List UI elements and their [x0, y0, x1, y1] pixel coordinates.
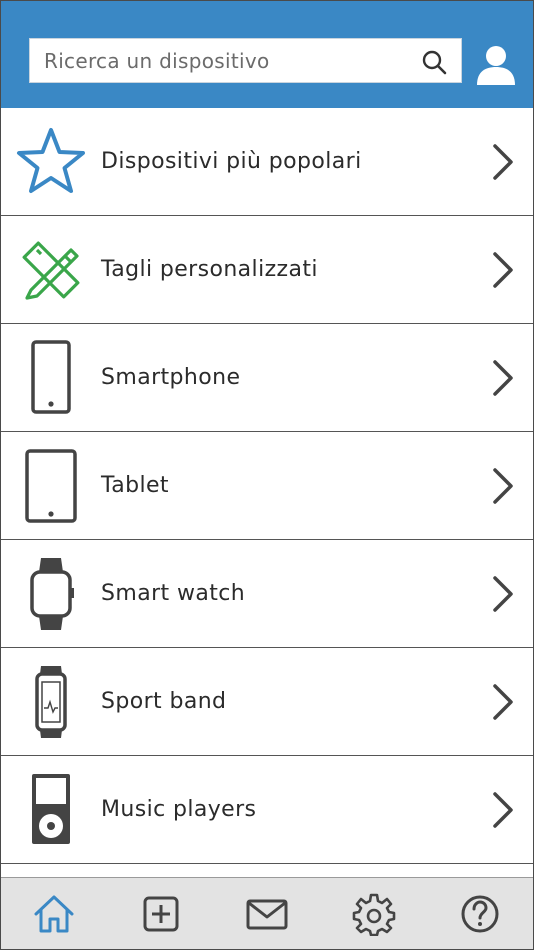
tablet-icon — [25, 449, 77, 523]
smartwatch-icon — [30, 558, 74, 630]
user-icon[interactable] — [474, 43, 518, 87]
search-placeholder: Ricerca un dispositivo — [44, 49, 270, 73]
top-bar: Ricerca un dispositivo — [1, 1, 533, 108]
list-item-label: Sport band — [101, 689, 227, 714]
chevron-right-icon[interactable] — [489, 790, 517, 830]
category-list: Dispositivi più popolari Tagli personali… — [1, 108, 533, 864]
add-icon[interactable] — [139, 892, 183, 936]
list-item[interactable]: Tablet — [1, 432, 533, 540]
list-item-label: Smartphone — [101, 365, 241, 390]
list-item[interactable]: Smart watch — [1, 540, 533, 648]
chevron-right-icon[interactable] — [489, 250, 517, 290]
smartphone-icon — [31, 340, 71, 414]
list-item[interactable]: Music players — [1, 756, 533, 864]
list-item-label: Smart watch — [101, 581, 246, 606]
star-icon — [17, 128, 85, 193]
app-screen: Ricerca un dispositivo Dispositivi più p… — [0, 0, 534, 950]
list-item-label: Dispositivi più popolari — [101, 149, 362, 174]
list-item-label: Music players — [101, 797, 257, 822]
chevron-right-icon[interactable] — [489, 358, 517, 398]
chevron-right-icon[interactable] — [489, 466, 517, 506]
list-item[interactable]: Sport band — [1, 648, 533, 756]
list-item[interactable]: Tagli personalizzati — [1, 216, 533, 324]
list-item[interactable]: Dispositivi più popolari — [1, 108, 533, 216]
mail-icon[interactable] — [245, 892, 289, 936]
search-input[interactable]: Ricerca un dispositivo — [29, 38, 462, 83]
home-icon[interactable] — [32, 892, 76, 936]
list-item-label: Tablet — [101, 473, 169, 498]
chevron-right-icon[interactable] — [489, 682, 517, 722]
search-icon[interactable] — [421, 49, 447, 75]
chevron-right-icon[interactable] — [489, 142, 517, 182]
music-player-icon — [32, 774, 70, 844]
list-item[interactable]: Smartphone — [1, 324, 533, 432]
sport-band-icon — [35, 666, 67, 738]
help-icon[interactable] — [458, 892, 502, 936]
pencil-ruler-icon — [22, 241, 80, 300]
chevron-right-icon[interactable] — [489, 574, 517, 614]
list-item-label: Tagli personalizzati — [101, 257, 318, 282]
bottom-tab-bar — [1, 877, 533, 949]
settings-icon[interactable] — [352, 892, 396, 936]
